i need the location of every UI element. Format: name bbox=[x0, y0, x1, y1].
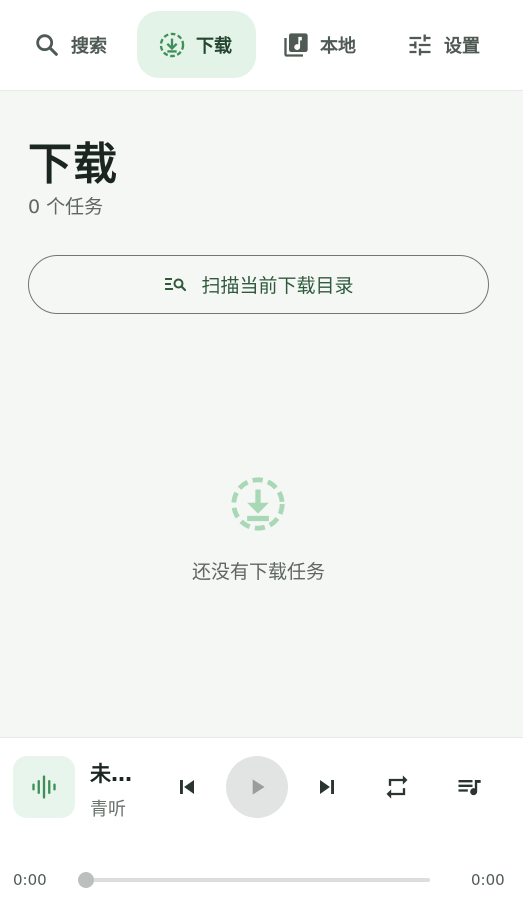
mini-player: 未… 青听 0:00 0:00 bbox=[0, 737, 523, 898]
skip-previous-icon bbox=[180, 780, 194, 794]
scan-button-label: 扫描当前下载目录 bbox=[201, 275, 354, 297]
tab-search-label: 搜索 bbox=[71, 35, 107, 57]
progress-thumb[interactable] bbox=[78, 872, 94, 888]
playlist-queue-button[interactable] bbox=[453, 771, 485, 803]
empty-download-icon bbox=[231, 477, 285, 531]
next-button[interactable] bbox=[311, 771, 343, 803]
music-library-icon bbox=[284, 32, 308, 57]
task-count: 0 个任务 bbox=[28, 196, 104, 218]
current-time: 0:00 bbox=[13, 871, 47, 889]
previous-button[interactable] bbox=[171, 771, 203, 803]
tab-download[interactable]: 下载 bbox=[137, 11, 256, 78]
list-search-icon bbox=[165, 277, 187, 291]
download-circle-icon bbox=[159, 32, 185, 57]
repeat-button[interactable] bbox=[381, 771, 413, 803]
play-icon bbox=[252, 779, 265, 795]
progress-slider[interactable] bbox=[78, 872, 430, 888]
scan-download-directory-button[interactable]: 扫描当前下载目录 bbox=[28, 255, 489, 314]
tab-settings-label: 设置 bbox=[444, 35, 480, 57]
tab-search[interactable]: 搜索 bbox=[33, 11, 113, 78]
top-navigation: 搜索 下载 本地 设置 bbox=[0, 0, 523, 91]
search-icon bbox=[36, 33, 58, 56]
repeat-icon bbox=[386, 775, 408, 799]
track-title[interactable]: 未… bbox=[90, 758, 140, 788]
total-time: 0:00 bbox=[471, 871, 505, 889]
skip-next-icon bbox=[320, 780, 334, 794]
page-title: 下载 bbox=[28, 139, 118, 190]
tab-download-label: 下载 bbox=[196, 35, 232, 57]
waveform-icon bbox=[32, 775, 56, 799]
tab-local-label: 本地 bbox=[320, 35, 356, 57]
tune-icon bbox=[409, 34, 431, 55]
play-button[interactable] bbox=[226, 756, 288, 818]
queue-music-icon bbox=[458, 780, 481, 796]
track-artist: 青听 bbox=[90, 799, 126, 820]
tab-settings[interactable]: 设置 bbox=[406, 11, 480, 78]
empty-state-message: 还没有下载任务 bbox=[191, 561, 325, 583]
album-cover[interactable] bbox=[13, 756, 75, 818]
tab-local[interactable]: 本地 bbox=[282, 11, 356, 78]
